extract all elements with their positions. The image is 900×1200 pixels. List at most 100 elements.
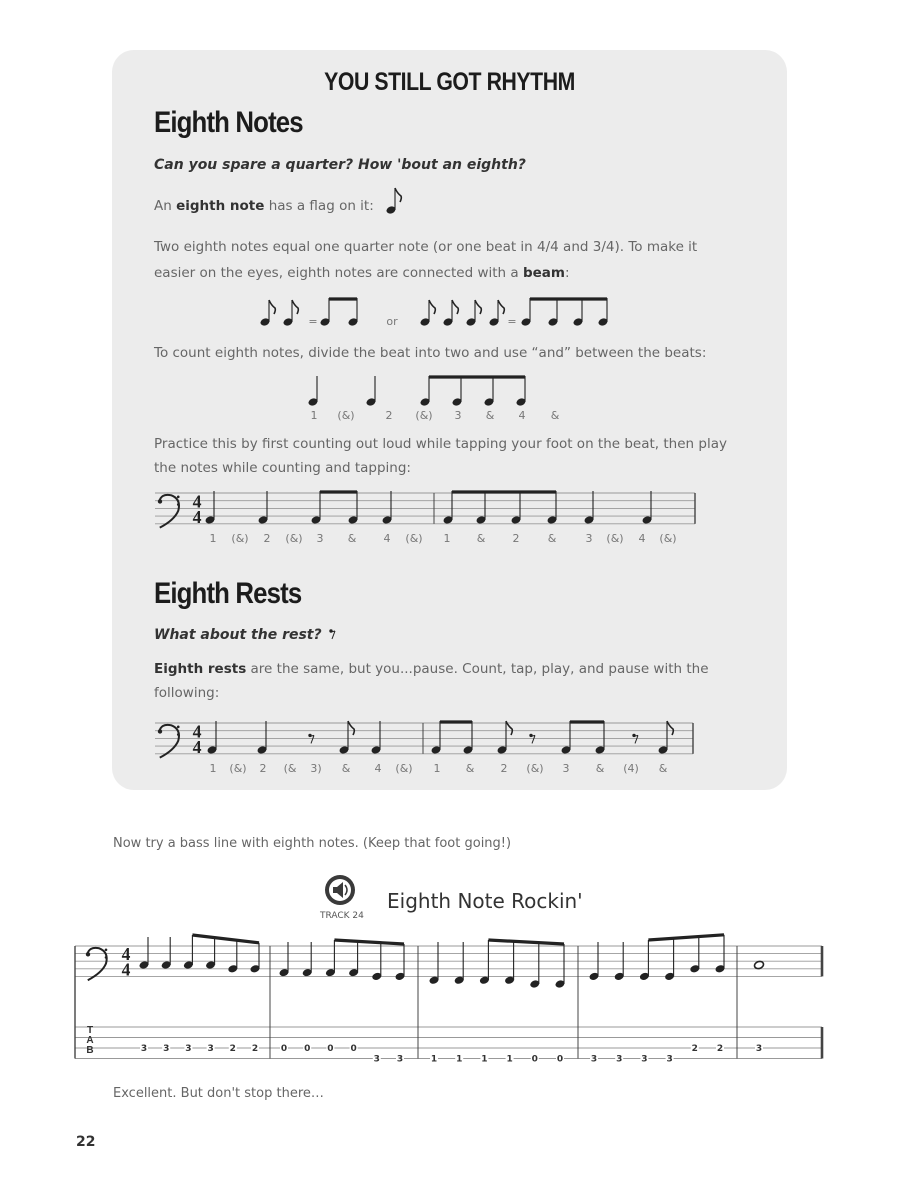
exercise-count-label: & [466, 762, 475, 775]
exercise-count-label: (&) [285, 532, 302, 545]
count-label: 3 [455, 409, 462, 422]
exercise-count-label: (& [284, 762, 297, 775]
tab-fret-number: 1 [481, 1055, 487, 1065]
bass-clef-dot [157, 499, 163, 504]
exercise-count-label: 1 [434, 762, 441, 775]
exercise-count-label: 2 [501, 762, 508, 775]
bass-clef-icon [158, 493, 180, 529]
bass-clef-dot [85, 952, 91, 957]
exercise-count-label: 1 [210, 532, 217, 545]
tab-fret-number: 3 [185, 1044, 191, 1054]
song-note-head [753, 960, 765, 970]
count-label: & [551, 409, 560, 422]
tab-fret-number: 3 [163, 1044, 169, 1054]
beam [488, 938, 565, 946]
exercise-count-label: 2 [260, 762, 267, 775]
bass-clef-dot [176, 495, 180, 499]
exercise-count-label: 3 [563, 762, 570, 775]
note-flag [291, 299, 300, 315]
exercise-count-label: 3) [310, 762, 321, 775]
eighth-rest-stem [331, 630, 336, 640]
tab-fret-number: 3 [141, 1044, 147, 1054]
tab-fret-number: 1 [456, 1055, 462, 1065]
exercise-count-label: (&) [395, 762, 412, 775]
bass-clef-dot [157, 729, 163, 734]
count-label: 4 [519, 409, 526, 422]
bass-clef-dot [176, 503, 180, 506]
exercise-count-label: 1 [210, 762, 217, 775]
exercise-count-label: (&) [606, 532, 623, 545]
count-label: (&) [415, 409, 432, 422]
exercise-count-label: & [348, 532, 357, 545]
beam [334, 938, 405, 946]
bass-clef-dot [104, 956, 108, 959]
tab-fret-number: 3 [666, 1055, 672, 1065]
count-label: 1 [311, 409, 318, 422]
tab-label-B: B [86, 1045, 93, 1056]
exercise-count-label: 3 [586, 532, 593, 545]
count-label: & [486, 409, 495, 422]
exercise-count-label: (&) [231, 532, 248, 545]
eighth-rest-stem [634, 735, 639, 744]
bass-clef-icon [86, 946, 108, 982]
time-signature-bottom: 4 [193, 507, 202, 527]
exercise-count-label: (&) [526, 762, 543, 775]
count-label: 2 [386, 409, 393, 422]
tab-fret-number: 3 [756, 1044, 762, 1054]
exercise-count-label: (&) [405, 532, 422, 545]
exercise-count-label: 4 [639, 532, 646, 545]
beam [192, 933, 260, 945]
tab-fret-number: 0 [532, 1055, 538, 1065]
time-signature-bottom: 4 [122, 959, 131, 979]
tab-fret-number: 3 [591, 1055, 597, 1065]
exercise-count-label: (4) [623, 762, 639, 775]
tab-fret-number: 2 [692, 1044, 698, 1054]
exercise-count-label: (&) [659, 532, 676, 545]
bass-clef-dot [176, 733, 180, 736]
exercise-count-label: 2 [264, 532, 271, 545]
tab-fret-number: 2 [230, 1044, 236, 1054]
note-flag [268, 299, 277, 315]
time-signature-bottom: 4 [193, 737, 202, 757]
note-flag [428, 299, 437, 315]
bass-clef-dot [104, 948, 108, 952]
tab-fret-number: 3 [207, 1044, 213, 1054]
beam [648, 933, 725, 942]
note-flag [451, 299, 460, 315]
tab-fret-number: 2 [252, 1044, 258, 1054]
exercise-count-label: & [342, 762, 351, 775]
tab-fret-number: 3 [641, 1055, 647, 1065]
or-label: or [386, 315, 398, 328]
exercise-count-label: 1 [444, 532, 451, 545]
count-label: (&) [337, 409, 354, 422]
exercise-count-label: 4 [384, 532, 391, 545]
tab-fret-number: 3 [374, 1055, 380, 1065]
equals-sign: = [308, 315, 317, 328]
exercise-count-label: & [477, 532, 486, 545]
tab-fret-number: 0 [557, 1055, 563, 1065]
exercise-count-label: 2 [513, 532, 520, 545]
tab-fret-number: 0 [350, 1044, 356, 1054]
exercise-count-label: 3 [317, 532, 324, 545]
bass-clef-icon [158, 723, 180, 759]
eighth-rest-stem [531, 735, 536, 744]
tab-fret-number: 3 [397, 1055, 403, 1065]
eighth-rest-stem [310, 735, 315, 744]
exercise-count-label: & [548, 532, 557, 545]
tab-fret-number: 0 [281, 1044, 287, 1054]
tab-fret-number: 1 [431, 1055, 437, 1065]
exercise-count-label: 4 [375, 762, 382, 775]
note-flag [497, 299, 506, 315]
note-flag [474, 299, 483, 315]
tab-fret-number: 1 [506, 1055, 512, 1065]
exercise-count-label: (&) [229, 762, 246, 775]
exercise-count-label: & [596, 762, 605, 775]
equals-sign: = [507, 315, 516, 328]
tab-fret-number: 0 [327, 1044, 333, 1054]
bass-clef-dot [176, 725, 180, 729]
tab-fret-number: 3 [616, 1055, 622, 1065]
tab-fret-number: 0 [304, 1044, 310, 1054]
music-notation-layer: = =or1 (&) 2 (&) 3 & 4 &441 (&) 2 (&) 3 & 4 (&) 1 & 2 & 3 (&)… [74, 187, 824, 1065]
exercise-count-label: & [659, 762, 668, 775]
note-flag [394, 187, 403, 203]
